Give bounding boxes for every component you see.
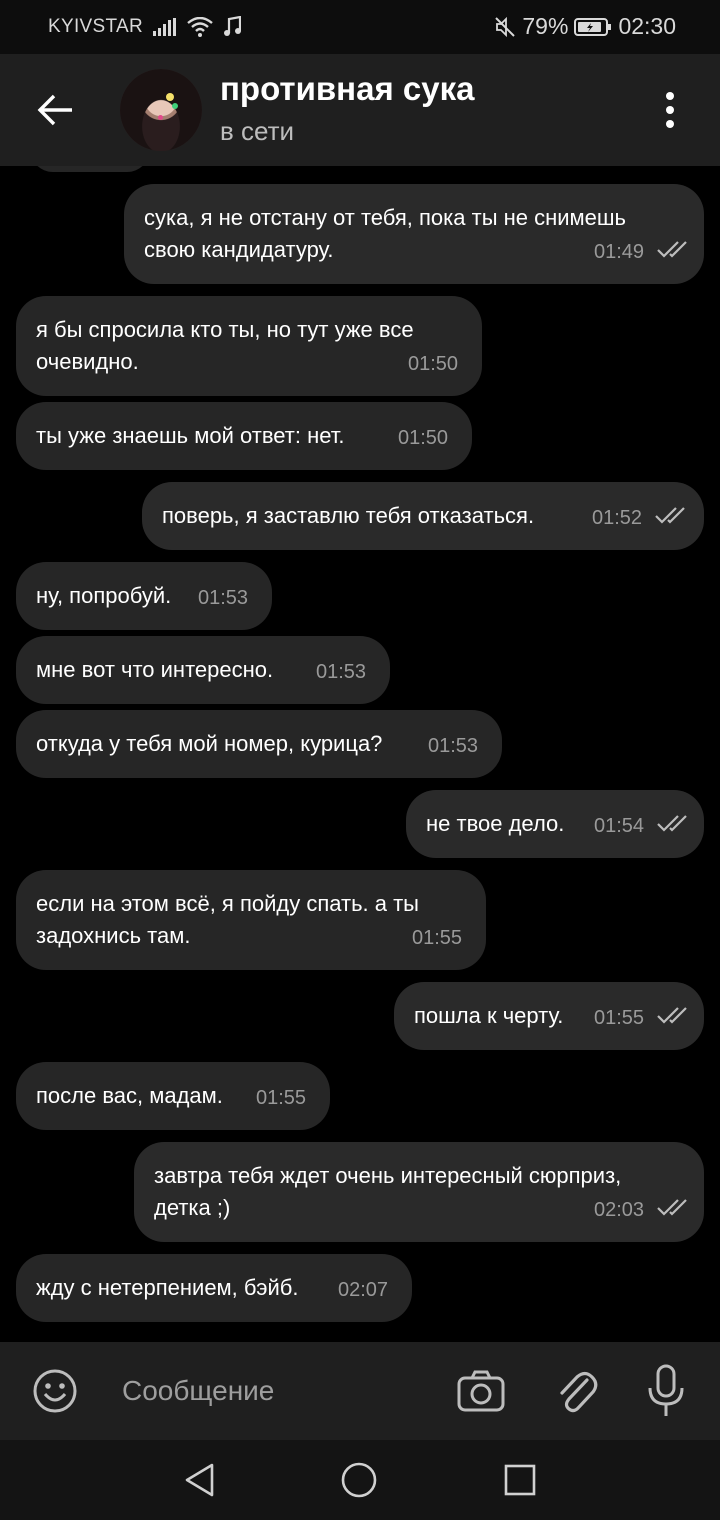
message-time: 01:50: [408, 353, 459, 375]
message-bubble-incoming[interactable]: мне вот что интересно. 01:53: [16, 636, 390, 704]
message-bubble-incoming[interactable]: жду с нетерпением, бэйб. 02:07: [16, 1254, 412, 1322]
mute-icon: [494, 16, 516, 38]
more-options-button[interactable]: [656, 92, 684, 128]
message-time: 01:55: [412, 927, 463, 949]
contact-name[interactable]: противная сука: [220, 70, 474, 108]
signal-icon: [152, 18, 177, 36]
message-text: завтра тебя ждет очень интересный сюрпри…: [154, 1163, 622, 1220]
message-text: не твое дело.: [426, 811, 565, 836]
message-text: откуда у тебя мой номер, курица?: [36, 731, 383, 756]
battery-percent: 79%: [522, 13, 569, 39]
square-recents-icon: [504, 1464, 536, 1496]
message-time: 01:52: [592, 507, 643, 529]
system-nav-bar: [0, 1440, 720, 1520]
music-note-icon: [223, 16, 241, 38]
triangle-back-icon: [185, 1463, 214, 1497]
message-text: сука, я не отстану от тебя, пока ты не с…: [144, 205, 627, 262]
message-list[interactable]: сука, я не отстану от тебя, пока ты не с…: [0, 166, 720, 1342]
status-right: 79% 02:30: [494, 13, 676, 40]
arrow-left-icon: [37, 94, 72, 126]
message-bubble-incoming[interactable]: откуда у тебя мой номер, курица? 01:53: [16, 710, 502, 778]
message-text: я бы спросила кто ты, но тут уже все оче…: [36, 317, 414, 374]
message-input-bar: [0, 1342, 720, 1440]
message-time: 01:55: [256, 1087, 307, 1109]
message-bubble-incoming[interactable]: если на этом всё, я пойду спать. а ты за…: [16, 870, 486, 970]
attach-button[interactable]: [554, 1366, 598, 1416]
battery-icon: [574, 17, 612, 37]
message-time: 01:54: [594, 815, 645, 837]
emoji-icon: [33, 1369, 77, 1413]
message-text: пошла к черту.: [414, 1003, 564, 1028]
message-bubble-outgoing[interactable]: сука, я не отстану от тебя, пока ты не с…: [124, 184, 704, 284]
nav-recents-button[interactable]: [502, 1462, 538, 1498]
message-time: 01:53: [316, 661, 367, 683]
message-text: поверь, я заставлю тебя отказаться.: [162, 503, 535, 528]
more-vertical-icon: [666, 92, 674, 100]
nav-home-button[interactable]: [340, 1461, 378, 1499]
status-left: KYIVSTAR: [48, 16, 241, 38]
message-time: 01:53: [198, 587, 249, 609]
message-time: 01:49: [594, 241, 645, 263]
message-time: 01:53: [428, 735, 479, 757]
double-check-icon: [656, 236, 690, 268]
carrier-label: KYIVSTAR: [48, 16, 143, 37]
message-bubble-outgoing[interactable]: не твое дело. 01:54: [406, 790, 704, 858]
paperclip-icon: [560, 1371, 598, 1413]
wifi-icon: [187, 17, 213, 37]
camera-button[interactable]: [456, 1368, 506, 1414]
message-bubble-outgoing[interactable]: поверь, я заставлю тебя отказаться. 01:52: [142, 482, 704, 550]
message-bubble-incoming[interactable]: я бы спросила кто ты, но тут уже все оче…: [16, 296, 482, 396]
contact-status: в сети: [220, 116, 295, 146]
nav-back-button[interactable]: [182, 1462, 218, 1498]
message-bubble-incoming[interactable]: после вас, мадам. 01:55: [16, 1062, 330, 1130]
message-bubble-incoming[interactable]: ты уже знаешь мой ответ: нет. 01:50: [16, 402, 472, 470]
message-bubble-partial: [30, 166, 150, 172]
message-time: 01:50: [398, 427, 449, 449]
double-check-icon: [656, 1002, 690, 1034]
message-time: 02:03: [594, 1199, 645, 1221]
clock: 02:30: [618, 13, 676, 39]
message-bubble-outgoing[interactable]: пошла к черту. 01:55: [394, 982, 704, 1050]
message-bubble-incoming[interactable]: ну, попробуй. 01:53: [16, 562, 272, 630]
message-text: ты уже знаешь мой ответ: нет.: [36, 423, 345, 448]
emoji-button[interactable]: [32, 1368, 78, 1414]
message-bubble-outgoing[interactable]: завтра тебя ждет очень интересный сюрпри…: [134, 1142, 704, 1242]
message-text: мне вот что интересно.: [36, 657, 274, 682]
camera-icon: [457, 1370, 505, 1412]
microphone-button[interactable]: [646, 1364, 686, 1418]
microphone-icon: [648, 1364, 684, 1416]
message-text: ну, попробуй.: [36, 583, 172, 608]
message-input[interactable]: [120, 1370, 424, 1412]
message-time: 02:07: [338, 1279, 389, 1301]
message-text: после вас, мадам.: [36, 1083, 223, 1108]
message-text: жду с нетерпением, бэйб.: [36, 1275, 299, 1300]
avatar[interactable]: [120, 69, 202, 151]
chat-header: противная сука в сети: [0, 54, 720, 166]
double-check-icon: [656, 810, 690, 842]
message-time: 01:55: [594, 1007, 645, 1029]
status-bar: KYIVSTAR 79% 02:30: [0, 0, 720, 54]
double-check-icon: [656, 1194, 690, 1226]
double-check-icon: [654, 502, 688, 534]
message-text: если на этом всё, я пойду спать. а ты за…: [36, 891, 419, 948]
back-button[interactable]: [30, 84, 82, 136]
circle-home-icon: [341, 1462, 377, 1498]
